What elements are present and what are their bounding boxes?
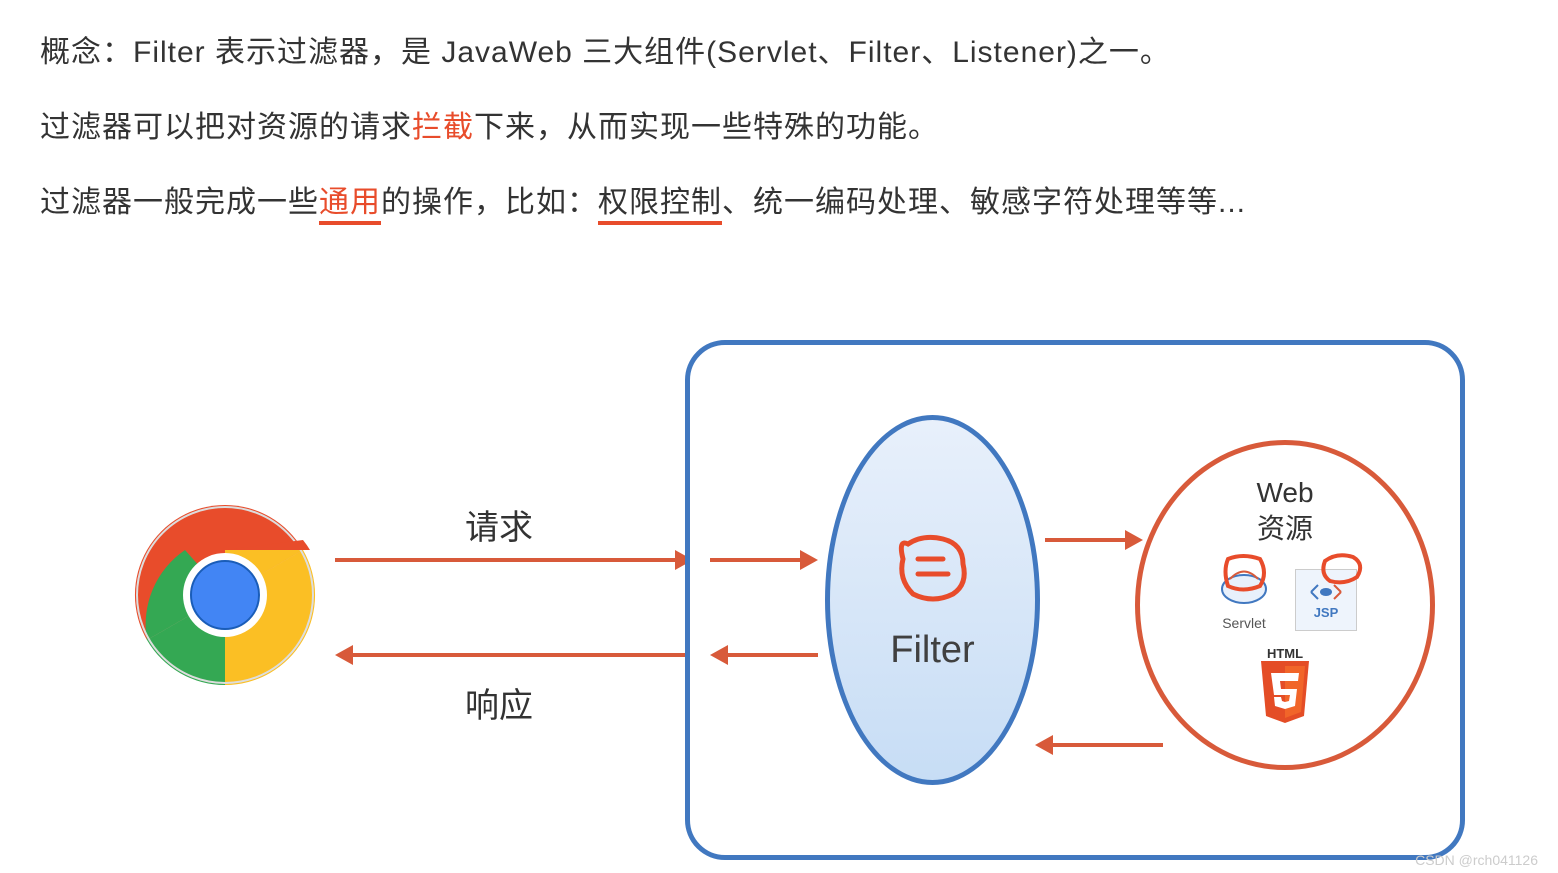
web-resources-title: Web 资源	[1256, 475, 1313, 548]
web-title-line2: 资源	[1257, 513, 1313, 544]
highlight-common: 通用	[319, 186, 381, 225]
tech-icons-row: Servlet JSP	[1213, 553, 1357, 631]
filter-diagram: 请求 响应 Filter	[0, 300, 1558, 860]
servlet-scribble	[1218, 551, 1273, 596]
concept-line-3: 过滤器一般完成一些通用的操作，比如：权限控制、统一编码处理、敏感字符处理等等..…	[40, 165, 1518, 240]
text-segment: 、统一编码处理、敏感字符处理等等...	[722, 186, 1246, 219]
request-label: 请求	[465, 500, 533, 549]
text-segment: 下来，从而实现一些特殊的功能。	[474, 111, 939, 144]
html5-icon: HTML	[1255, 646, 1315, 731]
jsp-label: JSP	[1314, 605, 1339, 620]
highlight-intercept: 拦截	[412, 111, 474, 144]
text-segment: 过滤器一般完成一些	[40, 186, 319, 219]
resource-to-filter-arrow	[1035, 735, 1163, 755]
web-resources-ellipse: Web 资源 Servlet	[1135, 440, 1435, 770]
highlight-permission: 权限控制	[598, 186, 722, 225]
filter-label: Filter	[890, 629, 974, 672]
jsp-scribble	[1315, 549, 1375, 589]
concept-line-2: 过滤器可以把对资源的请求拦截下来，从而实现一些特殊的功能。	[40, 90, 1518, 165]
text-content: 概念：Filter 表示过滤器，是 JavaWeb 三大组件(Servlet、F…	[0, 0, 1558, 240]
response-arrow-1	[335, 645, 693, 665]
filter-ellipse: Filter	[825, 415, 1040, 785]
request-arrow-into-filter	[710, 550, 818, 570]
filter-to-resource-arrow	[1045, 530, 1143, 550]
text-segment: 过滤器可以把对资源的请求	[40, 111, 412, 144]
chrome-browser-icon	[130, 500, 320, 690]
web-title-line1: Web	[1256, 477, 1313, 508]
servlet-icon: Servlet	[1213, 553, 1275, 631]
response-label: 响应	[465, 678, 533, 727]
concept-line-1: 概念：Filter 表示过滤器，是 JavaWeb 三大组件(Servlet、F…	[40, 15, 1518, 90]
response-arrow-from-filter	[710, 645, 818, 665]
request-arrow-1	[335, 550, 693, 570]
servlet-label: Servlet	[1222, 615, 1266, 631]
text-segment: 概念：Filter 表示过滤器，是 JavaWeb 三大组件(Servlet、F…	[40, 36, 1171, 69]
jsp-icon: JSP	[1295, 569, 1357, 631]
watermark: CSDN @rch041126	[1415, 852, 1538, 868]
html-label: HTML	[1255, 646, 1315, 661]
text-segment: 的操作，比如：	[381, 186, 598, 219]
web-container-box: Filter Web 资源	[685, 340, 1465, 860]
filter-scribble-icon	[888, 529, 978, 609]
